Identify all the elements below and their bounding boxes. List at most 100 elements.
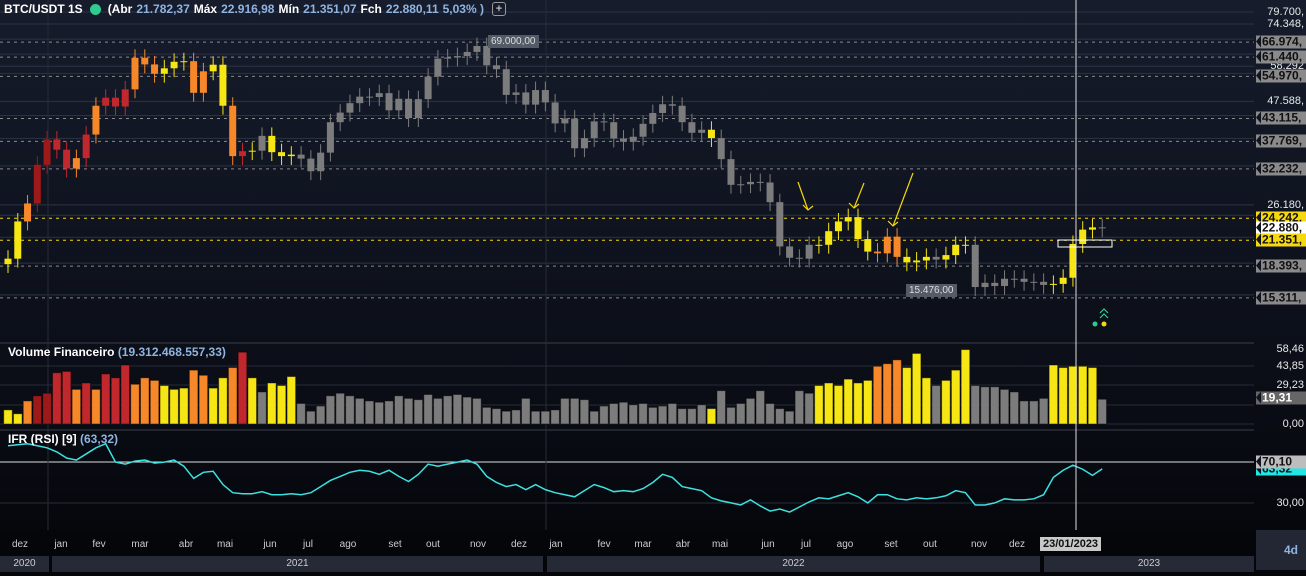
volume-bar xyxy=(716,390,727,425)
candle-body xyxy=(395,98,403,111)
volume-bar xyxy=(413,399,424,425)
candle-body xyxy=(375,93,383,98)
candle-body xyxy=(893,236,901,257)
volume-bar xyxy=(12,413,23,425)
rsi-pane-title: IFR (RSI) [9] (63,32) xyxy=(8,432,118,446)
volume-bar xyxy=(1077,365,1088,425)
month-label: out xyxy=(923,539,937,550)
price-level-tag: 66.974, xyxy=(1256,35,1306,49)
volume-bar xyxy=(169,388,179,425)
candle-body xyxy=(336,112,344,123)
candle-body xyxy=(776,202,784,247)
candle-body xyxy=(522,92,530,105)
candle-body xyxy=(1020,278,1028,282)
volume-bar xyxy=(599,405,609,425)
candle-body xyxy=(63,149,71,169)
add-indicator-plus-icon[interactable]: + xyxy=(491,2,506,16)
month-label: out xyxy=(426,539,440,550)
volume-bar xyxy=(462,396,472,425)
month-label: set xyxy=(884,539,898,550)
candle-body xyxy=(160,68,168,74)
price-level-tag: 21.351, xyxy=(1256,233,1306,247)
arrow-head-icon xyxy=(887,220,899,227)
volume-bar xyxy=(970,385,981,425)
volume-bar xyxy=(130,383,140,425)
volume-bar xyxy=(188,369,199,425)
candle-body xyxy=(551,102,559,124)
volume-bar xyxy=(648,406,658,425)
month-label: mai xyxy=(216,539,234,550)
chart-canvas[interactable] xyxy=(0,0,1254,530)
candle-body xyxy=(151,64,159,74)
volume-bar xyxy=(1019,400,1029,425)
volume-bar xyxy=(208,387,218,425)
volume-bar xyxy=(1058,367,1068,425)
month-label: mai xyxy=(711,539,729,550)
volume-bar xyxy=(120,364,131,425)
candle-body xyxy=(1049,283,1057,285)
candle-body xyxy=(727,159,735,185)
volume-bar xyxy=(999,388,1010,425)
candle-body xyxy=(1098,227,1106,229)
time-axis[interactable]: dez jan fev mar abr mai jun jul ago set out nov dez j… xyxy=(0,530,1306,576)
candle-body xyxy=(1001,278,1009,286)
candle-body xyxy=(356,96,364,104)
volume-bar xyxy=(784,410,795,425)
volume-bar xyxy=(442,395,453,425)
volume-bar xyxy=(149,379,160,425)
candle-body xyxy=(883,236,891,254)
month-label: dez xyxy=(11,539,29,550)
volume-bar xyxy=(589,410,600,425)
candle-body xyxy=(874,251,882,254)
open-label: (Abr xyxy=(107,2,133,16)
volume-bar xyxy=(872,365,883,425)
month-label: abr xyxy=(675,539,691,550)
candle-body xyxy=(922,256,930,261)
volume-bar xyxy=(745,397,756,425)
price-axis-label: 74.348, xyxy=(1267,18,1304,31)
month-label: jan xyxy=(54,539,68,550)
candle-body xyxy=(483,46,491,66)
candle-body xyxy=(53,139,61,150)
volume-bar xyxy=(980,386,990,425)
low-price-note: 15.476,00 xyxy=(906,284,957,297)
candle-body xyxy=(414,99,422,119)
volume-bar xyxy=(42,392,52,425)
year-2022: 2022 xyxy=(547,556,1040,572)
arrow-head-icon xyxy=(802,204,814,211)
candle-body xyxy=(620,138,628,142)
symbol-label[interactable]: BTC/USDT 1S xyxy=(4,2,83,16)
candle-body xyxy=(805,244,813,259)
volume-bar xyxy=(618,401,629,425)
volume-bar xyxy=(22,400,33,425)
volume-bar xyxy=(950,369,961,425)
signal-dot-green-icon xyxy=(1092,321,1098,327)
volume-bar xyxy=(560,397,570,425)
month-label: fev xyxy=(597,539,611,550)
crosshair-date-label: 23/01/2023 xyxy=(1040,537,1102,551)
price-level-tag: 18.393, xyxy=(1256,259,1306,273)
status-dot-icon xyxy=(89,3,101,15)
candle-body xyxy=(297,154,305,159)
volume-bar xyxy=(315,405,326,425)
candle-body xyxy=(532,90,540,105)
volume-bar xyxy=(81,382,91,425)
period-selector[interactable]: 4d xyxy=(1256,530,1306,570)
month-label: mar xyxy=(131,539,149,550)
volume-bar xyxy=(325,395,336,425)
candle-body xyxy=(571,118,579,149)
price-axis-label: 26.180, xyxy=(1267,198,1304,211)
candle-body xyxy=(473,46,481,52)
volume-bar xyxy=(765,402,775,425)
volume-bar xyxy=(433,397,443,425)
candle-body xyxy=(43,139,51,165)
volume-bar xyxy=(1048,364,1059,425)
candle-body xyxy=(326,122,334,153)
volume-bar xyxy=(579,399,590,425)
volume-bar xyxy=(159,385,170,425)
candle-body xyxy=(72,158,80,169)
volume-bar xyxy=(814,385,824,425)
month-label: jan xyxy=(549,539,563,550)
close-label: Fch xyxy=(360,2,382,16)
candle-body xyxy=(424,76,432,100)
